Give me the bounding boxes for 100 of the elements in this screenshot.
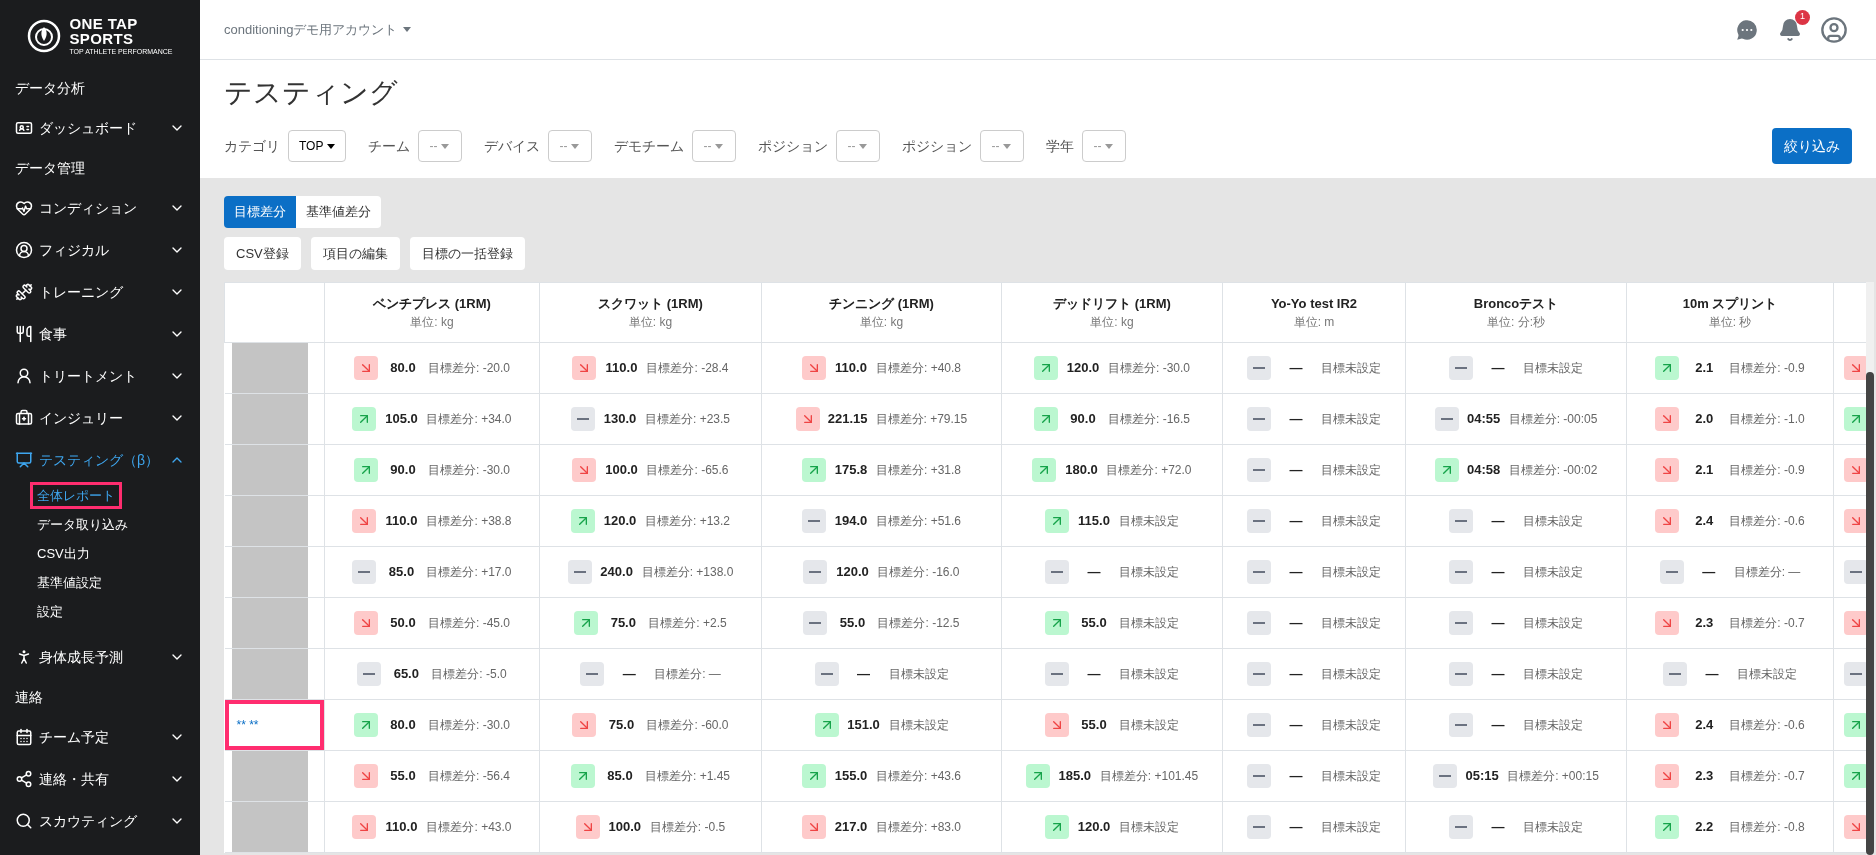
sidebar-menu-label: インジュリー <box>39 408 124 428</box>
column-unit: 単位: 分:秒 <box>1487 314 1545 332</box>
dash-icon <box>1669 673 1681 675</box>
filter-button[interactable]: 絞り込み <box>1772 128 1852 164</box>
diff-text: 目標差分: -45.0 <box>428 615 510 632</box>
value-text: — <box>856 665 871 684</box>
diff-text: 目標差分: — <box>654 666 721 683</box>
dash-icon <box>1439 775 1452 777</box>
value-text: — <box>1490 563 1506 582</box>
dash-icon <box>1440 418 1453 420</box>
value-text: 2.3 <box>1694 614 1715 633</box>
sidebar-menu-item[interactable]: 連絡・共有 <box>0 758 200 800</box>
sidebar-menu-label: チーム予定 <box>39 727 110 747</box>
dash-icon <box>1455 673 1467 675</box>
value-text: — <box>1288 818 1304 837</box>
value-text: 151.0 <box>846 716 881 735</box>
dash-icon <box>577 418 589 420</box>
action-button[interactable]: 項目の編集 <box>310 237 400 270</box>
diff-text: 目標差分: -28.4 <box>646 360 729 377</box>
diff-text: 目標差分: — <box>1733 564 1801 581</box>
value-text: 115.0 <box>1077 512 1111 531</box>
action-button[interactable]: 目標の一括登録 <box>409 237 525 270</box>
sidebar-menu-item[interactable]: テスティング（β） <box>0 439 200 481</box>
dash-icon <box>586 673 599 675</box>
sidebar-menu-item[interactable]: インジュリー <box>0 397 200 439</box>
diff-text: 目標未設定 <box>1321 411 1381 428</box>
dash-icon <box>363 673 376 675</box>
sidebar-menu-item[interactable]: ダッシュボード <box>0 107 200 149</box>
dash-icon <box>1253 724 1265 726</box>
filter-label: デバイス <box>484 136 541 156</box>
value-text: 100.0 <box>607 818 642 837</box>
value-text: — <box>1288 410 1304 429</box>
sidebar-menu-label: ダッシュボード <box>39 118 138 138</box>
diff-text: 目標差分: -30.0 <box>428 717 510 734</box>
caret-icon <box>1003 143 1012 149</box>
dash-icon <box>809 622 822 624</box>
sidebar-subitem[interactable]: 全体レポート <box>30 481 122 510</box>
avatar-icon[interactable] <box>1820 15 1848 44</box>
sidebar-subitem[interactable]: 基準値設定 <box>30 568 109 597</box>
caret-icon <box>327 143 336 149</box>
dash-icon <box>1253 775 1265 777</box>
athlete-name-link[interactable]: ** ** <box>236 716 259 734</box>
diff-text: 目標差分: +23.5 <box>645 411 730 428</box>
sidebar-menu-item[interactable]: スカウティング <box>0 800 200 842</box>
bell-icon[interactable] <box>1778 17 1802 42</box>
sidebar-menu-item[interactable]: トリートメント <box>0 355 200 397</box>
value-text: — <box>1086 665 1102 684</box>
column-title: デッドリフト (1RM) <box>1053 294 1171 313</box>
account-dropdown[interactable]: conditioningデモ用アカウント <box>224 19 412 40</box>
value-text: 65.0 <box>392 665 420 684</box>
column-title: チンニング (1RM) <box>829 294 934 313</box>
diff-text: 目標差分: +101.45 <box>1099 768 1199 785</box>
dash-icon <box>1455 520 1467 522</box>
dash-icon <box>1253 673 1265 675</box>
value-text: 90.0 <box>389 461 417 480</box>
dash-icon <box>1253 469 1265 471</box>
diff-text: 目標未設定 <box>1321 768 1381 785</box>
logo-icon <box>27 18 62 53</box>
value-text: 2.4 <box>1694 716 1715 735</box>
mode-tab[interactable]: 目標差分 <box>224 196 296 228</box>
value-text: 175.8 <box>834 461 868 480</box>
mode-tab[interactable]: 基準値差分 <box>296 196 381 228</box>
dash-icon <box>1455 724 1467 726</box>
value-text: 194.0 <box>834 512 868 531</box>
diff-text: 目標差分: -0.9 <box>1729 462 1805 479</box>
value-text: 120.0 <box>1066 359 1100 378</box>
sidebar-menu-item[interactable]: 食事 <box>0 313 200 355</box>
sidebar-menu-item[interactable]: トレーニング <box>0 271 200 313</box>
diff-text: 目標未設定 <box>1737 666 1797 683</box>
diff-text: 目標差分: -0.7 <box>1729 768 1805 785</box>
share-icon <box>15 770 33 788</box>
dash-icon <box>1253 622 1265 624</box>
diff-text: 目標差分: +72.0 <box>1106 462 1192 479</box>
diff-text: 目標差分: -20.0 <box>428 360 510 377</box>
diff-text: 目標差分: -0.8 <box>1729 819 1805 836</box>
sidebar-subitem[interactable]: CSV出力 <box>30 539 97 568</box>
sidebar-menu-item[interactable]: フィジカル <box>0 229 200 271</box>
diff-text: 目標差分: +43.6 <box>876 768 961 785</box>
dash-icon <box>1253 826 1265 828</box>
dash-icon <box>1665 571 1678 573</box>
value-text: 75.0 <box>609 614 637 633</box>
filter-select[interactable]: TOP <box>288 130 347 162</box>
scrollbar-thumb[interactable] <box>1866 372 1874 855</box>
caret-icon <box>1105 143 1114 149</box>
value-text: — <box>1288 767 1304 786</box>
column-unit: 単位: kg <box>859 314 904 332</box>
sidebar-menu-item[interactable]: コンディション <box>0 187 200 229</box>
action-button[interactable]: CSV登録 <box>224 237 301 270</box>
value-text: 05:15 <box>1465 767 1500 786</box>
sidebar-menu-item[interactable]: チーム予定 <box>0 716 200 758</box>
column-title: Yo-Yo test IR2 <box>1270 294 1358 313</box>
sidebar-menu-item[interactable]: 身体成長予測 <box>0 636 200 678</box>
utensils-icon <box>15 325 33 343</box>
diff-text: 目標差分: -60.0 <box>646 717 729 734</box>
diff-text: 目標差分: +83.0 <box>876 819 961 836</box>
diff-text: 目標差分: +51.6 <box>876 513 961 530</box>
diff-text: 目標未設定 <box>1523 615 1583 632</box>
sidebar-subitem[interactable]: 設定 <box>30 597 70 626</box>
sidebar-subitem[interactable]: データ取り込み <box>30 510 135 539</box>
diff-text: 目標未設定 <box>1119 513 1179 530</box>
